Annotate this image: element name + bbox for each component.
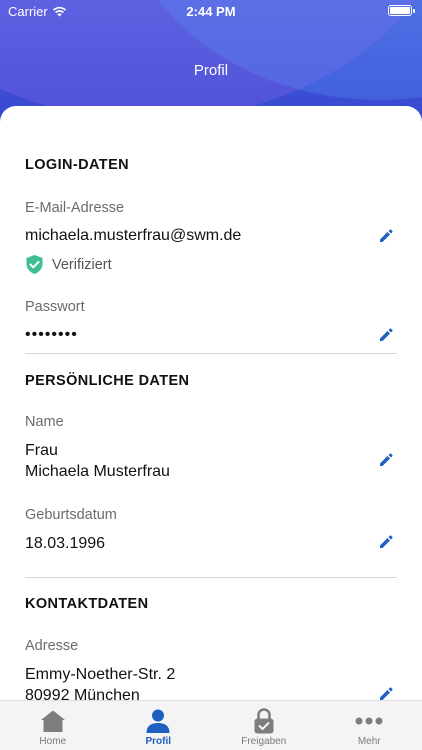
lock-icon [254, 708, 274, 734]
birthdate-label: Geburtsdatum [25, 507, 117, 523]
password-label: Passwort [25, 299, 85, 315]
profile-icon [146, 709, 170, 733]
address-label: Adresse [25, 638, 79, 654]
more-icon [355, 717, 383, 725]
section-title-login: LOGIN-DATEN [25, 157, 130, 173]
pencil-icon [380, 328, 393, 341]
section-title-personal: PERSÖNLICHE DATEN [25, 373, 190, 389]
divider [25, 353, 397, 354]
pencil-icon [380, 535, 393, 548]
name-label: Name [25, 414, 64, 430]
tab-label: Profil [145, 736, 172, 747]
tab-mehr[interactable]: Mehr [317, 701, 422, 750]
status-time: 2:44 PM [186, 4, 236, 19]
name-value: Michaela Musterfrau [25, 463, 170, 480]
tab-label: Mehr [357, 736, 381, 747]
edit-address-button[interactable] [377, 685, 395, 700]
tab-label: Home [39, 736, 67, 747]
tab-label: Freigaben [241, 736, 287, 747]
email-value: michaela.musterfrau@swm.de [25, 227, 242, 244]
battery-icon [388, 5, 415, 16]
pencil-icon [380, 453, 393, 466]
street-value: Emmy-Noether-Str. 2 [25, 666, 176, 683]
password-value: •••••••• [25, 326, 78, 343]
verified-status: Verifiziert [25, 254, 112, 275]
tab-home[interactable]: Home [0, 701, 106, 750]
edit-name-button[interactable] [377, 451, 395, 469]
salutation-value: Frau [25, 442, 58, 459]
shield-check-icon [26, 255, 43, 274]
divider [25, 577, 397, 578]
pencil-icon [380, 687, 393, 700]
tab-freigaben[interactable]: Freigaben [211, 701, 317, 750]
pencil-icon [380, 229, 393, 242]
section-title-contact: KONTAKTDATEN [25, 596, 149, 612]
tab-bar: Home Profil Freigaben Mehr [0, 700, 422, 750]
email-label: E-Mail-Adresse [25, 200, 125, 216]
edit-birthdate-button[interactable] [377, 533, 395, 551]
profile-sheet: LOGIN-DATEN E-Mail-Adresse michaela.must… [0, 106, 422, 700]
page-title: Profil [193, 62, 229, 79]
status-bar: Carrier 2:44 PM [0, 0, 422, 22]
city-value: 80992 München [25, 687, 140, 700]
home-icon [40, 710, 65, 732]
verified-label: Verifiziert [52, 256, 112, 273]
edit-password-button[interactable] [377, 326, 395, 344]
tab-profil[interactable]: Profil [106, 701, 212, 750]
edit-email-button[interactable] [377, 227, 395, 245]
birthdate-value: 18.03.1996 [25, 535, 106, 552]
